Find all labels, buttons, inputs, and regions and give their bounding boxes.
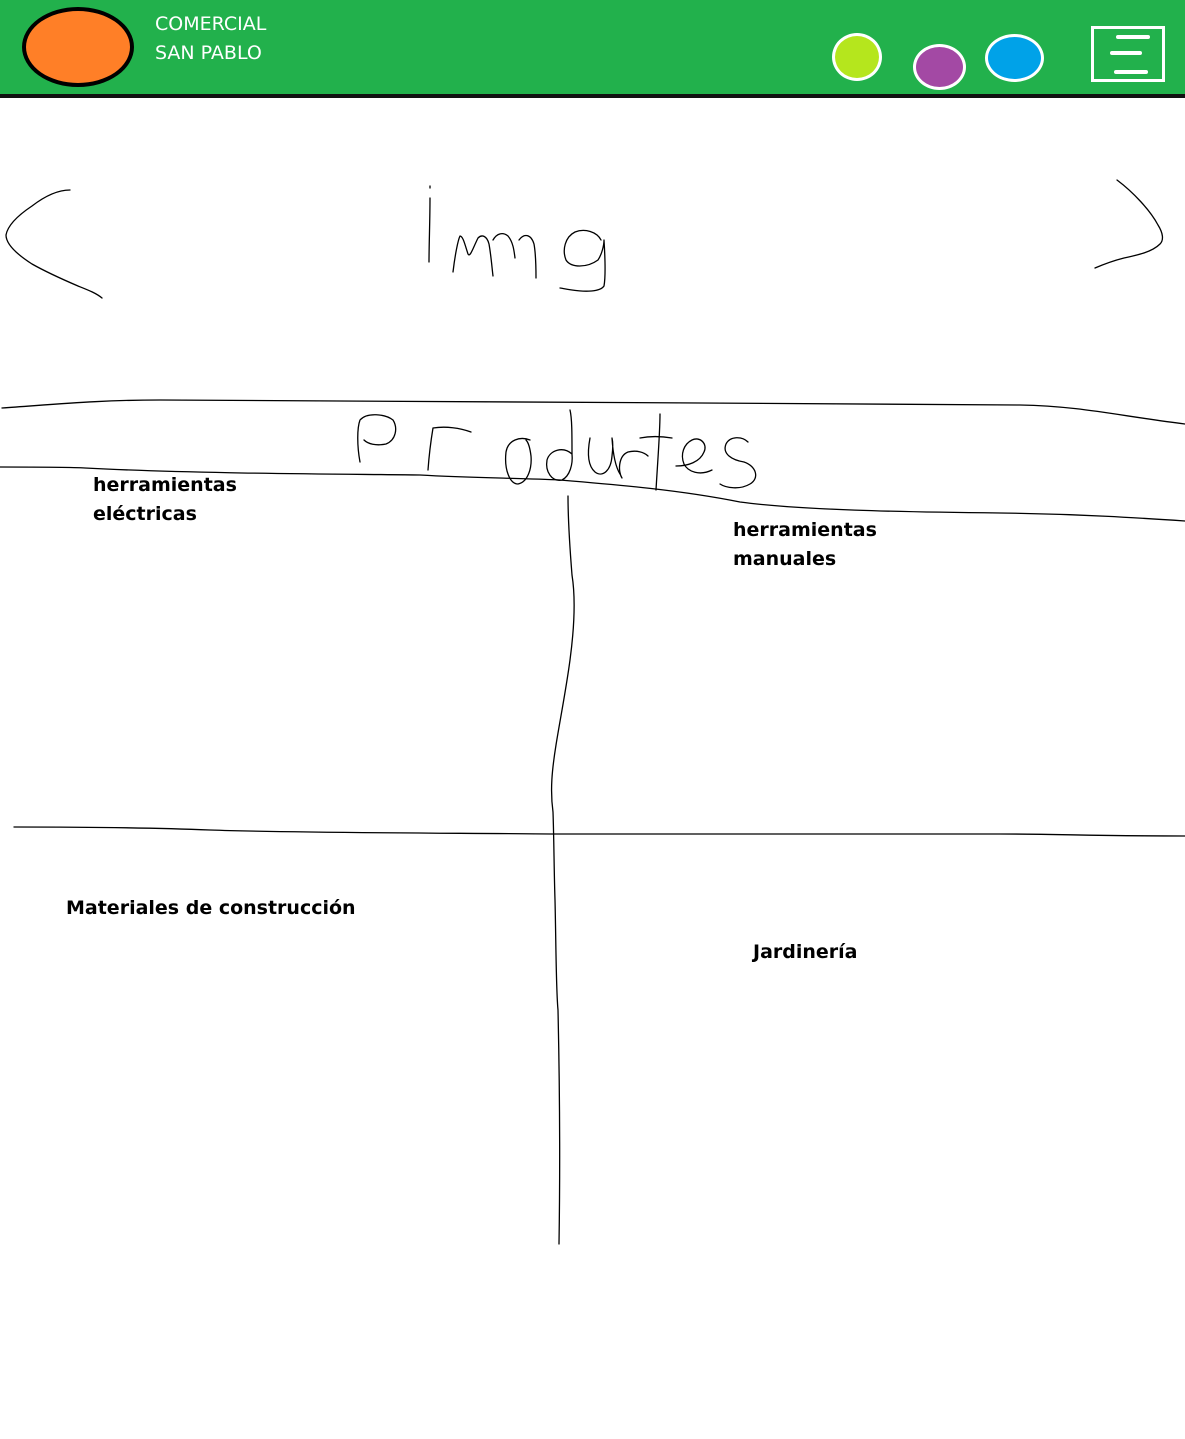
- category-label-line-1: herramientas: [93, 474, 237, 496]
- category-label: Jardinería: [753, 941, 858, 963]
- category-label-line-1: herramientas: [733, 519, 877, 541]
- content-sketch: [0, 179, 1185, 1245]
- section-title-handwriting: [357, 409, 757, 491]
- image-placeholder: [428, 185, 606, 292]
- hamburger-menu-icon[interactable]: [1091, 26, 1165, 82]
- chevron-left-icon[interactable]: [5, 189, 103, 299]
- category-materiales-de-construccion[interactable]: Materiales de construcción: [66, 894, 356, 923]
- category-label: Materiales de construcción: [66, 897, 356, 919]
- top-navbar: COMERCIAL SAN PABLO: [0, 0, 1185, 98]
- category-herramientas-manuales[interactable]: herramientas manuales: [733, 516, 877, 574]
- color-dot-green[interactable]: [832, 33, 882, 81]
- logo[interactable]: [22, 7, 134, 87]
- color-dot-purple[interactable]: [913, 44, 966, 90]
- category-jardineria[interactable]: Jardinería: [753, 938, 858, 967]
- brand-line-2: SAN PABLO: [155, 42, 262, 64]
- brand-line-1: COMERCIAL: [155, 13, 267, 35]
- brand-name: COMERCIAL SAN PABLO: [155, 10, 266, 68]
- color-dot-blue[interactable]: [985, 34, 1044, 82]
- category-label-line-2: manuales: [733, 548, 837, 570]
- category-label-line-2: eléctricas: [93, 503, 197, 525]
- category-herramientas-electricas[interactable]: herramientas eléctricas: [93, 471, 237, 529]
- chevron-right-icon[interactable]: [1094, 179, 1164, 269]
